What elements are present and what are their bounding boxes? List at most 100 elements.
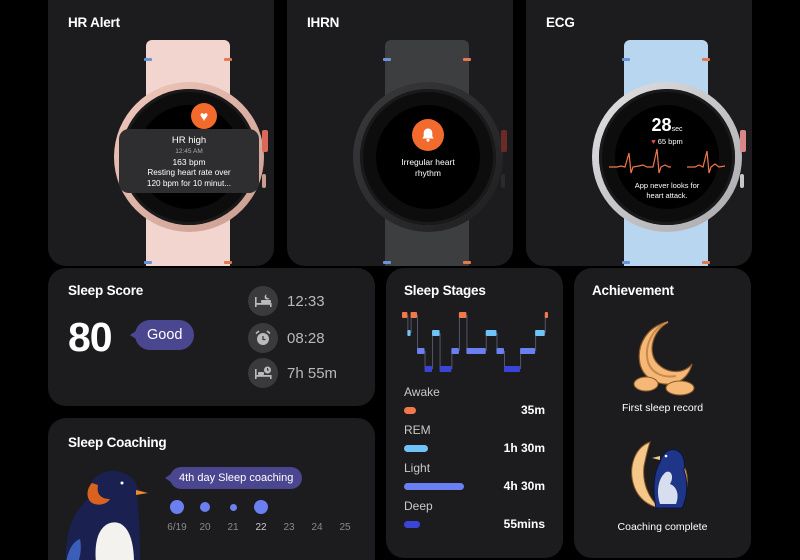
moon-cloud-icon — [633, 321, 695, 396]
ecg-card[interactable]: ECG 28sec ♥ 65 bpm App never looks for h… — [526, 0, 752, 266]
hypnogram-segment-awake — [402, 312, 408, 318]
coaching-day[interactable]: 6/19 — [163, 498, 191, 533]
ihrn-message-1: Irregular heart — [401, 157, 455, 167]
coaching-day-bubble: 4th day Sleep coaching — [164, 467, 303, 489]
ihrn-card[interactable]: IHRN Irregular heart rhythm — [287, 0, 513, 266]
ecg-waveform — [609, 148, 725, 174]
sleep-stage-name: REM — [404, 423, 431, 437]
sleep-score-rating-badge: Good — [129, 320, 195, 350]
hypnogram-segment-deep — [503, 366, 521, 372]
hr-popup-message-2: 120 bpm for 10 minut... — [146, 178, 232, 188]
sleep-stage-duration: 35m — [520, 403, 545, 417]
hypnogram-segment-deep — [439, 366, 452, 372]
duration-row: 7h 55m — [248, 358, 337, 388]
ecg-message-1: App never looks for — [634, 181, 700, 190]
alarm-clock-icon — [248, 323, 278, 353]
sleep-stage-color-bar — [404, 521, 420, 528]
hypnogram-segment-rem — [407, 330, 411, 336]
ecg-message-2: heart attack. — [646, 191, 688, 200]
coaching-day-label: 22 — [255, 522, 267, 533]
coaching-day-label: 24 — [311, 522, 323, 533]
sleep-stage-color-bar — [404, 407, 416, 414]
sleep-stage-legend-row: Deep 55mins — [404, 499, 549, 531]
hypnogram-segment-rem — [432, 330, 440, 336]
coaching-day[interactable]: 25 — [331, 498, 359, 533]
ihrn-title: IHRN — [307, 15, 340, 30]
achievement-card[interactable]: Achievement First sleep record Coaching … — [574, 268, 751, 558]
hr-popup-title: HR high — [171, 135, 207, 146]
sleep-stage-name: Light — [404, 461, 431, 475]
coaching-day-label: 6/19 — [167, 522, 187, 533]
sleep-stage-duration: 4h 30m — [503, 479, 545, 493]
hr-popup-bpm: 163 bpm — [172, 157, 206, 167]
duration-value: 7h 55m — [287, 364, 338, 382]
sleep-score-title: Sleep Score — [68, 283, 144, 298]
sleep-stages-card[interactable]: Sleep Stages Awake 35m REM 1h 30m Light 4h 30… — [386, 268, 563, 558]
coaching-progress-dot — [200, 502, 210, 512]
coaching-day[interactable]: 23 — [275, 498, 303, 533]
bedtime-row: 12:33 — [248, 286, 325, 316]
hr-alert-title: HR Alert — [68, 15, 120, 30]
coaching-progress-dot — [254, 500, 268, 514]
sleep-stage-legend-row: REM 1h 30m — [404, 423, 549, 455]
sleep-score-card[interactable]: Sleep Score 80 Good 12:33 08:28 7h 55m — [48, 268, 375, 406]
penguin-illustration — [65, 471, 148, 560]
hr-high-notification[interactable]: HR high 12:45 AM 163 bpm Resting heart r… — [119, 129, 259, 193]
hypnogram-segment-awake — [410, 312, 418, 318]
coaching-day-dot-wrap — [331, 498, 359, 516]
sleep-stage-name: Awake — [404, 385, 440, 399]
ecg-seconds: 28 — [651, 115, 672, 135]
ihrn-message-2: rhythm — [415, 167, 441, 178]
hypnogram-segment-deep — [424, 366, 433, 372]
sleep-stage-legend-row: Awake 35m — [404, 385, 549, 417]
coaching-progress-dot — [170, 500, 184, 514]
wake-time-row: 08:28 — [248, 323, 325, 353]
hypnogram-segment-rem — [535, 330, 545, 336]
coaching-day-label: 20 — [199, 522, 211, 533]
coaching-day-dot-wrap — [163, 498, 191, 516]
hypnogram-segment-light — [417, 348, 425, 354]
achievement-label-coaching-complete: Coaching complete — [617, 521, 708, 533]
hypnogram-segment-light — [466, 348, 486, 354]
sleep-stage-duration: 55mins — [503, 517, 545, 531]
sleep-stage-color-bar — [404, 483, 464, 490]
ecg-seconds-unit: sec — [671, 126, 683, 133]
ecg-title: ECG — [546, 15, 575, 30]
sleep-coaching-title: Sleep Coaching — [68, 435, 167, 450]
coaching-day-label: 25 — [339, 522, 351, 533]
hr-popup-time: 12:45 AM — [175, 148, 203, 155]
ihrn-message: Irregular heart rhythm — [376, 157, 480, 178]
hypnogram-segment-light — [496, 348, 504, 354]
coaching-day-dot-wrap — [303, 498, 331, 516]
sleep-stages-hypnogram — [402, 312, 548, 372]
ecg-message: App never looks for heart attack. — [615, 181, 719, 201]
coaching-day-label: 23 — [283, 522, 295, 533]
heart-icon: ♥ — [651, 137, 656, 146]
hr-alert-card[interactable]: HR Alert HR high 12:45 AM 163 bpm Restin… — [48, 0, 274, 266]
penguin-moon-icon — [631, 441, 688, 509]
hypnogram-segment-awake — [458, 312, 467, 318]
ecg-bpm: 65 bpm — [657, 137, 683, 146]
hypnogram-segment-awake — [544, 312, 548, 318]
watch-pink: HR high 12:45 AM 163 bpm Resting heart r… — [110, 40, 270, 266]
coaching-day[interactable]: 22 — [247, 498, 275, 533]
ecg-timer: 28sec — [615, 115, 719, 136]
sleep-stages-title: Sleep Stages — [404, 283, 486, 298]
coaching-day[interactable]: 24 — [303, 498, 331, 533]
hr-popup-message-1: Resting heart rate over — [147, 168, 231, 177]
hypnogram-segment-rem — [485, 330, 497, 336]
sleep-stage-duration: 1h 30m — [503, 441, 545, 455]
coaching-day-dot-wrap — [219, 498, 247, 516]
sleep-coaching-card[interactable]: Sleep Coaching 4th day Sleep coaching 6/… — [48, 418, 375, 560]
sleep-stage-name: Deep — [404, 499, 433, 513]
coaching-day[interactable]: 21 — [219, 498, 247, 533]
sleep-stage-legend-row: Light 4h 30m — [404, 461, 549, 493]
coaching-day[interactable]: 20 — [191, 498, 219, 533]
coaching-day-dot-wrap — [247, 498, 275, 516]
achievement-title: Achievement — [592, 283, 674, 298]
coaching-progress-dot — [229, 503, 237, 511]
watch-silver: 28sec ♥ 65 bpm App never looks for heart… — [588, 40, 748, 266]
heart-icon: ♥ — [191, 103, 217, 129]
bedtime-value: 12:33 — [287, 292, 325, 310]
bed-clock-icon — [248, 358, 278, 388]
